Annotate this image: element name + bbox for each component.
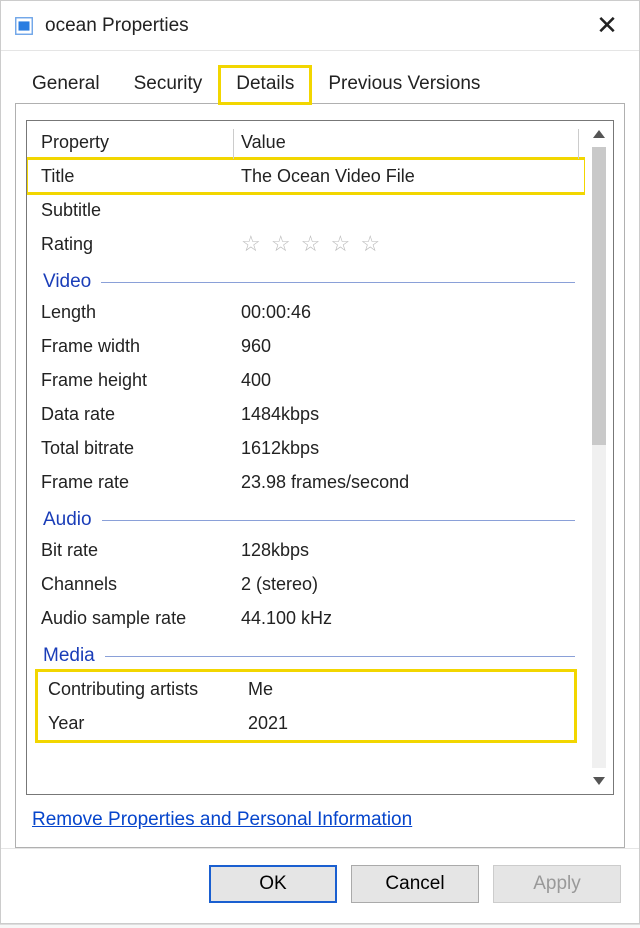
header-divider	[233, 129, 234, 159]
titlebar: ocean Properties ✕	[1, 1, 639, 51]
property-row-length[interactable]: Length 00:00:46	[27, 295, 585, 329]
rating-stars-icon[interactable]: ☆ ☆ ☆ ☆ ☆	[235, 231, 577, 257]
prop-label: Data rate	[35, 404, 235, 425]
prop-label: Total bitrate	[35, 438, 235, 459]
property-row-rating[interactable]: Rating ☆ ☆ ☆ ☆ ☆	[27, 227, 585, 261]
property-row-total-bitrate[interactable]: Total bitrate 1612kbps	[27, 431, 585, 465]
prop-value: 400	[235, 370, 577, 391]
section-video: Video	[27, 267, 585, 295]
remove-properties-link[interactable]: Remove Properties and Personal Informati…	[32, 809, 412, 830]
cancel-button[interactable]: Cancel	[351, 865, 479, 903]
property-row-frame-rate[interactable]: Frame rate 23.98 frames/second	[27, 465, 585, 499]
prop-label: Rating	[35, 234, 235, 255]
prop-label: Contributing artists	[42, 679, 242, 700]
properties-dialog: ocean Properties ✕ General Security Deta…	[0, 0, 640, 924]
prop-label: Length	[35, 302, 235, 323]
details-panel: Property Value Title The Ocean Video Fil…	[15, 103, 625, 848]
column-header-value[interactable]: Value	[235, 132, 577, 153]
property-row-data-rate[interactable]: Data rate 1484kbps	[27, 397, 585, 431]
section-label: Video	[43, 271, 101, 293]
prop-value: 00:00:46	[235, 302, 577, 323]
prop-label: Frame height	[35, 370, 235, 391]
section-label: Audio	[43, 509, 102, 531]
prop-value: Me	[242, 679, 570, 700]
prop-value: 2 (stereo)	[235, 574, 577, 595]
prop-value: The Ocean Video File	[235, 166, 577, 187]
prop-label: Channels	[35, 574, 235, 595]
window-title: ocean Properties	[45, 15, 587, 37]
prop-value: 23.98 frames/second	[235, 472, 577, 493]
dialog-buttons: OK Cancel Apply	[1, 848, 639, 923]
section-divider	[101, 282, 575, 283]
prop-label: Year	[42, 713, 242, 734]
column-header-row: Property Value	[27, 125, 585, 159]
prop-label: Bit rate	[35, 540, 235, 561]
property-row-frame-width[interactable]: Frame width 960	[27, 329, 585, 363]
property-list: Property Value Title The Ocean Video Fil…	[27, 121, 585, 794]
scroll-track[interactable]	[592, 147, 606, 768]
section-divider	[105, 656, 575, 657]
tab-previous-versions[interactable]: Previous Versions	[311, 66, 497, 104]
highlight-media-group: Contributing artists Me Year 2021	[35, 669, 577, 743]
prop-label: Frame rate	[35, 472, 235, 493]
property-row-audio-sample-rate[interactable]: Audio sample rate 44.100 kHz	[27, 601, 585, 635]
tab-general[interactable]: General	[15, 66, 117, 104]
file-type-icon	[13, 15, 35, 37]
property-grid: Property Value Title The Ocean Video Fil…	[26, 120, 614, 795]
column-header-property[interactable]: Property	[35, 132, 235, 153]
section-label: Media	[43, 645, 105, 667]
prop-value: 128kbps	[235, 540, 577, 561]
prop-value: 44.100 kHz	[235, 608, 577, 629]
property-row-frame-height[interactable]: Frame height 400	[27, 363, 585, 397]
prop-label: Audio sample rate	[35, 608, 235, 629]
ok-button[interactable]: OK	[209, 865, 337, 903]
scroll-up-icon[interactable]	[585, 121, 613, 147]
tab-details[interactable]: Details	[219, 66, 311, 104]
scroll-thumb[interactable]	[592, 147, 606, 445]
property-row-title[interactable]: Title The Ocean Video File	[27, 159, 585, 193]
section-divider	[102, 520, 575, 521]
vertical-scrollbar[interactable]	[585, 121, 613, 794]
header-divider-right	[578, 129, 579, 159]
property-row-subtitle[interactable]: Subtitle	[27, 193, 585, 227]
section-audio: Audio	[27, 505, 585, 533]
window-bottom-edge	[0, 924, 640, 928]
property-row-contributing-artists[interactable]: Contributing artists Me	[38, 672, 574, 706]
prop-value: 1612kbps	[235, 438, 577, 459]
prop-value: 1484kbps	[235, 404, 577, 425]
apply-button: Apply	[493, 865, 621, 903]
tab-security[interactable]: Security	[117, 66, 220, 104]
property-row-year[interactable]: Year 2021	[38, 706, 574, 740]
prop-label: Subtitle	[35, 200, 235, 221]
section-media: Media	[27, 641, 585, 669]
scroll-down-icon[interactable]	[585, 768, 613, 794]
close-icon[interactable]: ✕	[587, 10, 627, 41]
prop-label: Title	[35, 166, 235, 187]
prop-value: 960	[235, 336, 577, 357]
property-row-bit-rate[interactable]: Bit rate 128kbps	[27, 533, 585, 567]
property-row-channels[interactable]: Channels 2 (stereo)	[27, 567, 585, 601]
prop-value: 2021	[242, 713, 570, 734]
remove-properties-row: Remove Properties and Personal Informati…	[26, 795, 614, 837]
tab-strip: General Security Details Previous Versio…	[1, 51, 639, 103]
prop-label: Frame width	[35, 336, 235, 357]
